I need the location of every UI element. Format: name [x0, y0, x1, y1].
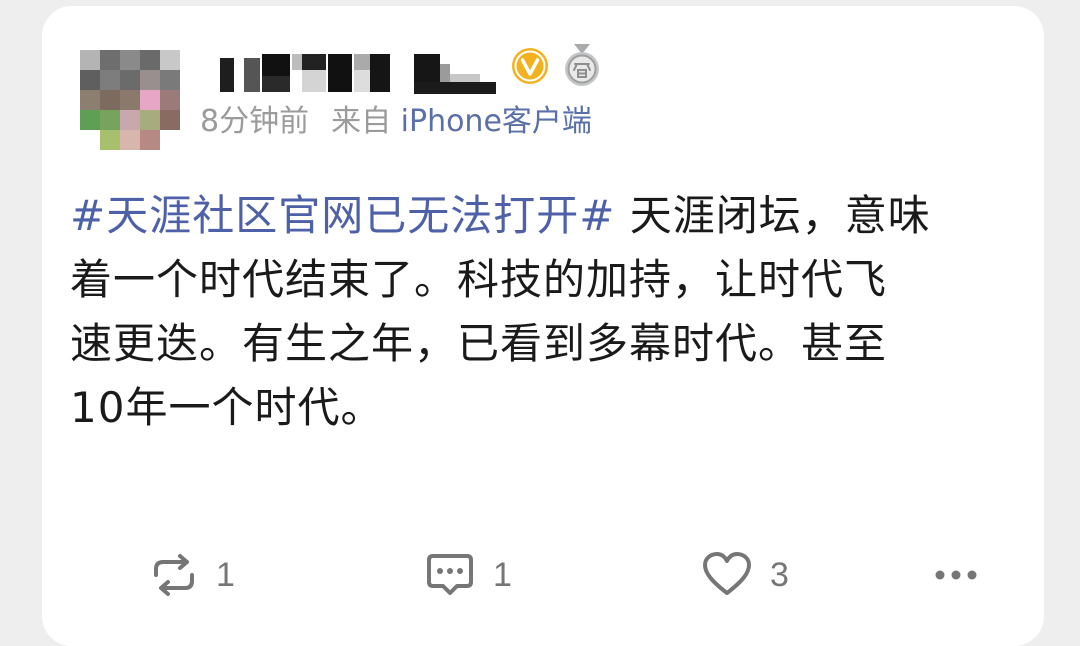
heart-icon [702, 552, 752, 598]
source-prefix: 来自 [331, 104, 392, 139]
comment-icon [425, 552, 475, 598]
post-text-line-4: 10年一个时代。 [70, 383, 384, 432]
more-button[interactable] [934, 545, 978, 605]
avatar[interactable] [80, 50, 180, 154]
like-count: 3 [770, 555, 789, 594]
post-text-line-2: 着一个时代结束了。科技的加持，让时代飞 [70, 255, 888, 304]
post-meta: 8分钟前 来自 iPhone客户端 [200, 102, 592, 142]
repost-icon [150, 553, 198, 597]
post-content: #天涯社区官网已无法打开# 天涯闭坛，意味 着一个时代结束了。科技的加持，让时代… [70, 184, 1020, 440]
source-client-link[interactable]: iPhone客户端 [401, 104, 592, 139]
more-dots-icon [934, 569, 978, 581]
comment-count: 1 [493, 555, 512, 594]
author-name-pixelated[interactable] [218, 54, 502, 94]
post-time: 8分钟前 [200, 104, 310, 139]
repost-button[interactable]: 1 [150, 545, 235, 605]
answer-medal-icon[interactable] [560, 42, 604, 88]
comment-button[interactable]: 1 [425, 545, 512, 605]
verified-badge-icon[interactable] [510, 46, 550, 86]
post-text-line-3: 速更迭。有生之年，已看到多幕时代。甚至 [70, 319, 888, 368]
repost-count: 1 [216, 555, 235, 594]
hashtag-link[interactable]: #天涯社区官网已无法打开# [70, 191, 615, 240]
action-bar: 1 1 3 [0, 545, 1080, 605]
post-text-line-1: 天涯闭坛，意味 [615, 191, 931, 240]
like-button[interactable]: 3 [702, 545, 789, 605]
